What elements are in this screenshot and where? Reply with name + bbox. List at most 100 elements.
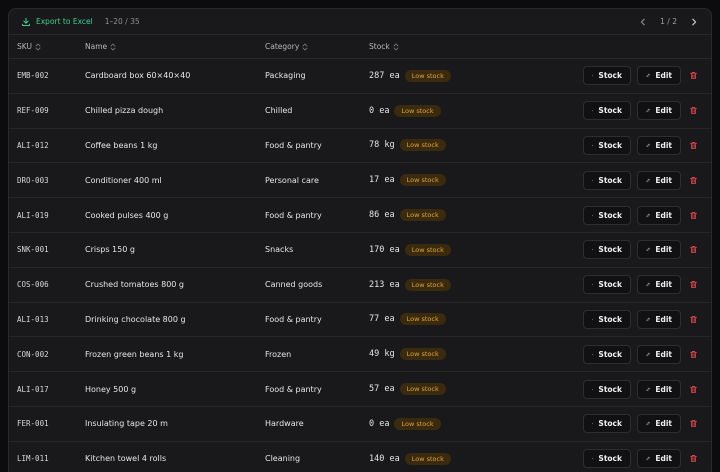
stock-button[interactable]: Stock: [583, 135, 631, 155]
row-category: Chilled: [265, 106, 293, 116]
delete-button[interactable]: [687, 453, 699, 465]
row-name: Chilled pizza dough: [85, 106, 164, 116]
edit-button-label: Edit: [655, 175, 672, 185]
row-actions: Stock Edit: [583, 66, 699, 86]
column-header-sku[interactable]: SKU: [17, 42, 41, 51]
stock-button[interactable]: Stock: [583, 101, 631, 121]
prev-page-button[interactable]: [636, 15, 650, 29]
edit-button[interactable]: Edit: [637, 205, 681, 225]
delete-button[interactable]: [687, 105, 699, 117]
stock-quantity: 287 ea: [369, 70, 400, 81]
stock-button[interactable]: Stock: [583, 309, 631, 329]
edit-button[interactable]: Edit: [637, 135, 681, 155]
delete-button[interactable]: [687, 139, 699, 151]
column-header-category[interactable]: Category: [265, 42, 308, 51]
row-name: Honey 500 g: [85, 384, 137, 394]
table-toolbar: Export to Excel 1–20 / 35 1 / 2: [9, 9, 711, 35]
table-row: DRO-003 Conditioner 400 ml Personal care…: [9, 163, 711, 199]
edit-button[interactable]: Edit: [637, 449, 681, 469]
boxes-icon: [592, 458, 594, 460]
row-actions: Stock Edit: [583, 205, 699, 225]
delete-button[interactable]: [687, 279, 699, 291]
row-category: Food & pantry: [265, 384, 322, 394]
delete-button[interactable]: [687, 313, 699, 325]
row-stock: 170 ea Low stock: [369, 243, 451, 256]
stock-quantity: 140 ea: [369, 453, 400, 464]
table-row: EMB-002 Cardboard box 60×40×40 Packaging…: [9, 59, 711, 94]
delete-button[interactable]: [687, 244, 699, 256]
row-sku: LIM-011: [17, 454, 49, 464]
boxes-icon: [592, 214, 594, 216]
edit-button[interactable]: Edit: [637, 240, 681, 260]
edit-button[interactable]: Edit: [637, 170, 681, 190]
row-category: Hardware: [265, 419, 304, 429]
trash-icon: [689, 455, 697, 463]
table-row: ALI-012 Coffee beans 1 kg Food & pantry …: [9, 129, 711, 164]
stock-button-label: Stock: [598, 175, 622, 185]
stock-quantity: 78 kg: [369, 140, 395, 151]
low-stock-badge: Low stock: [399, 174, 446, 187]
stock-button[interactable]: Stock: [583, 66, 631, 86]
stock-button-label: Stock: [598, 419, 622, 429]
stock-button-label: Stock: [598, 454, 622, 464]
stock-button-label: Stock: [598, 280, 622, 290]
delete-button[interactable]: [687, 174, 699, 186]
stock-button[interactable]: Stock: [583, 240, 631, 260]
edit-button-label: Edit: [655, 210, 672, 220]
stock-quantity: 86 ea: [369, 210, 395, 221]
edit-button[interactable]: Edit: [637, 275, 681, 295]
export-excel-button[interactable]: Export to Excel: [21, 17, 93, 27]
row-sku: REF-009: [17, 106, 49, 116]
stock-button-label: Stock: [598, 314, 622, 324]
stock-button[interactable]: Stock: [583, 170, 631, 190]
edit-button[interactable]: Edit: [637, 309, 681, 329]
table-body: EMB-002 Cardboard box 60×40×40 Packaging…: [9, 59, 711, 472]
delete-button[interactable]: [687, 348, 699, 360]
stock-button[interactable]: Stock: [583, 449, 631, 469]
column-header-stock[interactable]: Stock: [369, 42, 399, 51]
edit-button[interactable]: Edit: [637, 414, 681, 434]
row-sku: DRO-003: [17, 175, 49, 185]
stock-button-label: Stock: [598, 71, 622, 81]
delete-button[interactable]: [687, 383, 699, 395]
column-header-name[interactable]: Name: [85, 42, 116, 51]
stock-button[interactable]: Stock: [583, 344, 631, 364]
delete-button[interactable]: [687, 209, 699, 221]
low-stock-badge: Low stock: [399, 348, 446, 361]
inventory-panel: Export to Excel 1–20 / 35 1 / 2 SKU Name…: [8, 8, 712, 472]
row-actions: Stock Edit: [583, 379, 699, 399]
delete-button[interactable]: [687, 70, 699, 82]
table-row: ALI-017 Honey 500 g Food & pantry 57 ea …: [9, 372, 711, 407]
next-page-button[interactable]: [687, 15, 701, 29]
row-actions: Stock Edit: [583, 344, 699, 364]
edit-button[interactable]: Edit: [637, 66, 681, 86]
stock-button[interactable]: Stock: [583, 205, 631, 225]
low-stock-badge: Low stock: [404, 452, 451, 465]
low-stock-badge: Low stock: [404, 278, 451, 291]
row-sku: ALI-012: [17, 140, 49, 150]
edit-button[interactable]: Edit: [637, 379, 681, 399]
edit-button[interactable]: Edit: [637, 101, 681, 121]
stock-button[interactable]: Stock: [583, 414, 631, 434]
stock-button[interactable]: Stock: [583, 275, 631, 295]
trash-icon: [689, 107, 697, 115]
boxes-icon: [592, 423, 594, 425]
table-row: FER-001 Insulating tape 20 m Hardware 0 …: [9, 407, 711, 442]
table-row: COS-006 Crushed tomatoes 800 g Canned go…: [9, 268, 711, 303]
row-name: Crisps 150 g: [85, 245, 135, 255]
trash-icon: [689, 315, 697, 323]
edit-button[interactable]: Edit: [637, 344, 681, 364]
trash-icon: [689, 385, 697, 393]
edit-button-label: Edit: [655, 314, 672, 324]
row-stock: 140 ea Low stock: [369, 452, 451, 465]
low-stock-badge: Low stock: [404, 243, 451, 256]
stock-quantity: 213 ea: [369, 279, 400, 290]
row-category: Packaging: [265, 71, 306, 81]
delete-button[interactable]: [687, 418, 699, 430]
row-category: Personal care: [265, 175, 319, 185]
boxes-icon: [592, 284, 594, 286]
column-header-label: SKU: [17, 42, 32, 51]
stock-button[interactable]: Stock: [583, 379, 631, 399]
row-stock: 77 ea Low stock: [369, 313, 446, 326]
edit-button-label: Edit: [655, 384, 672, 394]
